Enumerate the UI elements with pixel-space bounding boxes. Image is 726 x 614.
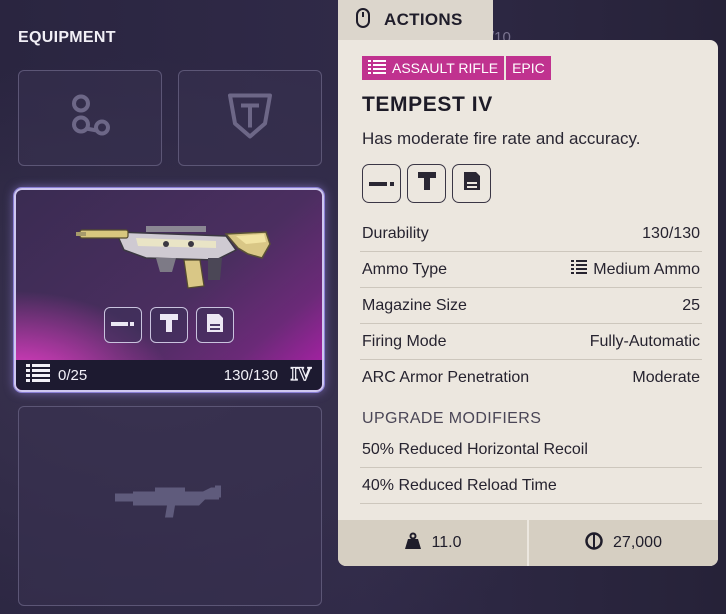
rarity-tag: EPIC — [506, 56, 551, 80]
weight-icon — [404, 532, 422, 555]
tooltip-footer: 11.0 27,000 — [338, 520, 718, 566]
stat-value: 130/130 — [642, 224, 700, 242]
underbarrel-attachment — [407, 164, 446, 203]
magazine-attachment — [452, 164, 491, 203]
stat-label: Ammo Type — [362, 260, 448, 278]
muzzle-icon — [368, 175, 395, 193]
equipment-title: EQUIPMENT — [18, 29, 116, 46]
weapon-silhouette-icon — [115, 485, 225, 527]
stat-label: Firing Mode — [362, 332, 447, 350]
stat-magazine-size: Magazine Size 25 — [360, 288, 702, 324]
item-tags: ASSAULT RIFLE EPIC — [362, 56, 551, 80]
shield-icon — [225, 90, 275, 147]
coin-icon — [585, 531, 603, 555]
magazine-icon — [461, 170, 483, 197]
item-description: Has moderate fire rate and accuracy. — [362, 129, 641, 148]
svg-text:IV: IV — [290, 364, 311, 383]
muzzle-mod-icon — [111, 316, 135, 334]
stat-value: Moderate — [632, 369, 700, 386]
stat-label: Durability — [362, 224, 429, 242]
weapon-mod-slots — [104, 307, 234, 343]
stat-durability: Durability 130/130 — [360, 216, 702, 252]
rarity-label: EPIC — [512, 60, 545, 76]
stat-armor-penetration: ARC Armor Penetration Moderate — [360, 360, 702, 396]
weight-value: 11.0 — [431, 534, 462, 551]
stats-table: Durability 130/130 Ammo Type Medium Ammo… — [360, 216, 702, 396]
durability-value: 130/130 — [223, 366, 278, 384]
tempest-rifle-image — [76, 214, 286, 309]
category-label: ASSAULT RIFLE — [392, 60, 499, 76]
price-cell: 27,000 — [527, 520, 718, 566]
weapon-card-footer: 0/25 130/130 IV — [16, 360, 322, 390]
muzzle-attachment — [362, 164, 401, 203]
tier-badge: IV — [290, 363, 313, 387]
underbarrel-mod-icon — [158, 312, 180, 339]
underbarrel-mod-slot[interactable] — [150, 307, 188, 343]
shield-slot[interactable] — [178, 70, 322, 166]
actions-tab[interactable]: ACTIONS — [338, 0, 493, 40]
secondary-weapon-slot[interactable] — [18, 406, 322, 606]
magazine-mod-slot[interactable] — [196, 307, 234, 343]
upgrade-modifier: 50% Reduced Horizontal Recoil — [360, 432, 702, 468]
item-name: TEMPEST IV — [362, 93, 493, 116]
ammo-icon — [571, 260, 588, 279]
upgrade-modifier: 40% Reduced Reload Time — [360, 468, 702, 504]
stat-ammo-type: Ammo Type Medium Ammo — [360, 252, 702, 288]
stat-label: Magazine Size — [362, 296, 467, 314]
upgrade-modifiers-list: 50% Reduced Horizontal Recoil 40% Reduce… — [360, 432, 702, 504]
augment-slot[interactable] — [18, 70, 162, 166]
ammo-icon — [368, 59, 386, 77]
mouse-icon — [356, 7, 370, 33]
stat-firing-mode: Firing Mode Fully-Automatic — [360, 324, 702, 360]
stat-value: Fully-Automatic — [589, 332, 700, 350]
upgrade-modifiers-heading: UPGRADE MODIFIERS — [362, 410, 542, 427]
equipped-weapon-card[interactable]: 0/25 130/130 IV — [14, 188, 324, 392]
ammo-icon — [26, 364, 50, 386]
price-value: 27,000 — [613, 534, 662, 551]
stat-value: Medium Ammo — [593, 260, 700, 278]
stat-value: 25 — [682, 296, 700, 314]
item-tooltip: ASSAULT RIFLE EPIC TEMPEST IV Has modera… — [338, 40, 718, 566]
stat-value-wrap: Medium Ammo — [571, 260, 700, 279]
category-tag: ASSAULT RIFLE — [362, 56, 505, 80]
weight-cell: 11.0 — [338, 520, 527, 566]
attachment-slots — [362, 164, 491, 203]
muzzle-mod-slot[interactable] — [104, 307, 142, 343]
actions-label: ACTIONS — [384, 10, 463, 29]
magazine-mod-icon — [204, 312, 226, 339]
stat-label: ARC Armor Penetration — [362, 369, 530, 386]
augment-icon — [64, 90, 116, 147]
underbarrel-icon — [416, 170, 438, 197]
ammo-count: 0/25 — [58, 366, 88, 384]
